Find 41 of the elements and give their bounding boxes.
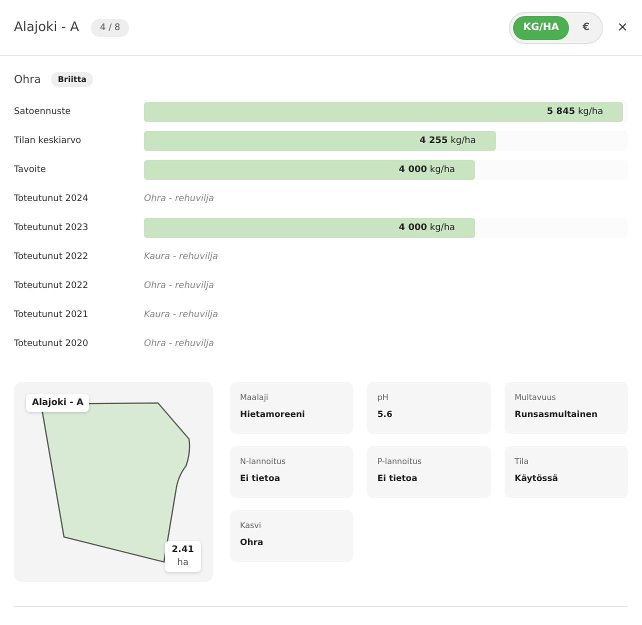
yield-value: 4 000 kg/ha xyxy=(398,222,456,232)
crop-note: Kaura - rehuvilja xyxy=(144,252,219,262)
crop-note: Ohra - rehuvilja xyxy=(144,194,215,204)
row-label: Toteutunut 2023 xyxy=(14,222,90,232)
crop-note: Ohra - rehuvilja xyxy=(144,280,215,290)
crop-note: Ohra - rehuvilja xyxy=(144,338,215,348)
row-label: Toteutunut 2022 xyxy=(14,252,90,262)
detail-label: pH xyxy=(377,393,390,402)
page-counter: 4 / 8 xyxy=(91,18,130,36)
row-label: Toteutunut 2020 xyxy=(14,338,90,348)
detail-value: 5.6 xyxy=(377,410,394,420)
area-value: 2.41 xyxy=(172,545,194,555)
detail-label: Multavuus xyxy=(514,393,557,402)
variety-tag: Briitta xyxy=(50,72,94,87)
row-label: Tavoite xyxy=(14,164,47,174)
row-label: Toteutunut 2024 xyxy=(14,194,90,204)
close-button[interactable]: × xyxy=(617,20,628,35)
yield-value: 4 255 kg/ha xyxy=(420,136,476,146)
row-label: Toteutunut 2022 xyxy=(14,280,90,290)
window-title: Alajoki - A xyxy=(14,20,80,35)
field-name-tag: Alajoki - A xyxy=(26,394,90,412)
detail-label: P-lannoitus xyxy=(377,457,423,466)
detail-value: Runsasmultainen xyxy=(514,410,599,420)
detail-label: Maalaji xyxy=(240,393,270,402)
detail-label: N-lannoitus xyxy=(240,457,287,466)
crop-name: Ohra xyxy=(14,73,41,86)
row-label: Tilan keskiarvo xyxy=(14,136,82,146)
detail-label: Tila xyxy=(514,457,530,466)
unit-option[interactable]: € xyxy=(573,16,600,40)
yield-value: 4 000 kg/ha xyxy=(398,164,456,174)
detail-value: Käytössä xyxy=(514,474,560,484)
detail-value: Ei tietoa xyxy=(240,474,282,484)
row-label: Satoennuste xyxy=(14,106,72,116)
detail-value: Hietamoreeni xyxy=(240,410,306,420)
detail-value: Ei tietoa xyxy=(377,474,418,484)
yield-value: 5 845 kg/ha xyxy=(546,106,604,116)
area-unit: ha xyxy=(177,558,188,568)
detail-label: Kasvi xyxy=(240,521,262,530)
row-label: Toteutunut 2021 xyxy=(14,310,90,320)
crop-note: Kaura - rehuvilja xyxy=(144,310,219,320)
detail-value: Ohra xyxy=(240,538,264,548)
